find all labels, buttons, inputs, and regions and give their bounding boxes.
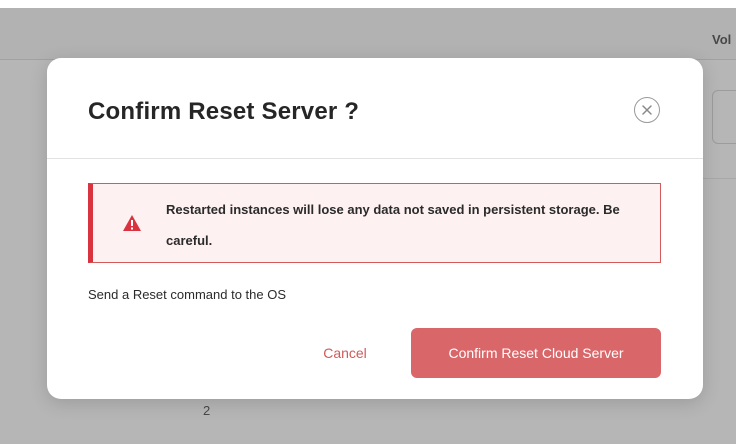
warning-triangle-icon [123, 215, 141, 231]
cancel-button[interactable]: Cancel [305, 328, 385, 378]
dialog-title: Confirm Reset Server ? [88, 98, 360, 125]
dialog-description: Send a Reset command to the OS [88, 287, 286, 302]
dialog-header: Confirm Reset Server ? [47, 58, 703, 159]
alert-message: Restarted instances will lose any data n… [166, 202, 620, 248]
confirm-reset-button[interactable]: Confirm Reset Cloud Server [411, 328, 661, 378]
warning-alert: Restarted instances will lose any data n… [88, 183, 661, 263]
confirm-reset-dialog: Confirm Reset Server ? Restarted instanc… [47, 58, 703, 399]
close-button[interactable] [634, 97, 660, 123]
close-icon [642, 105, 652, 115]
